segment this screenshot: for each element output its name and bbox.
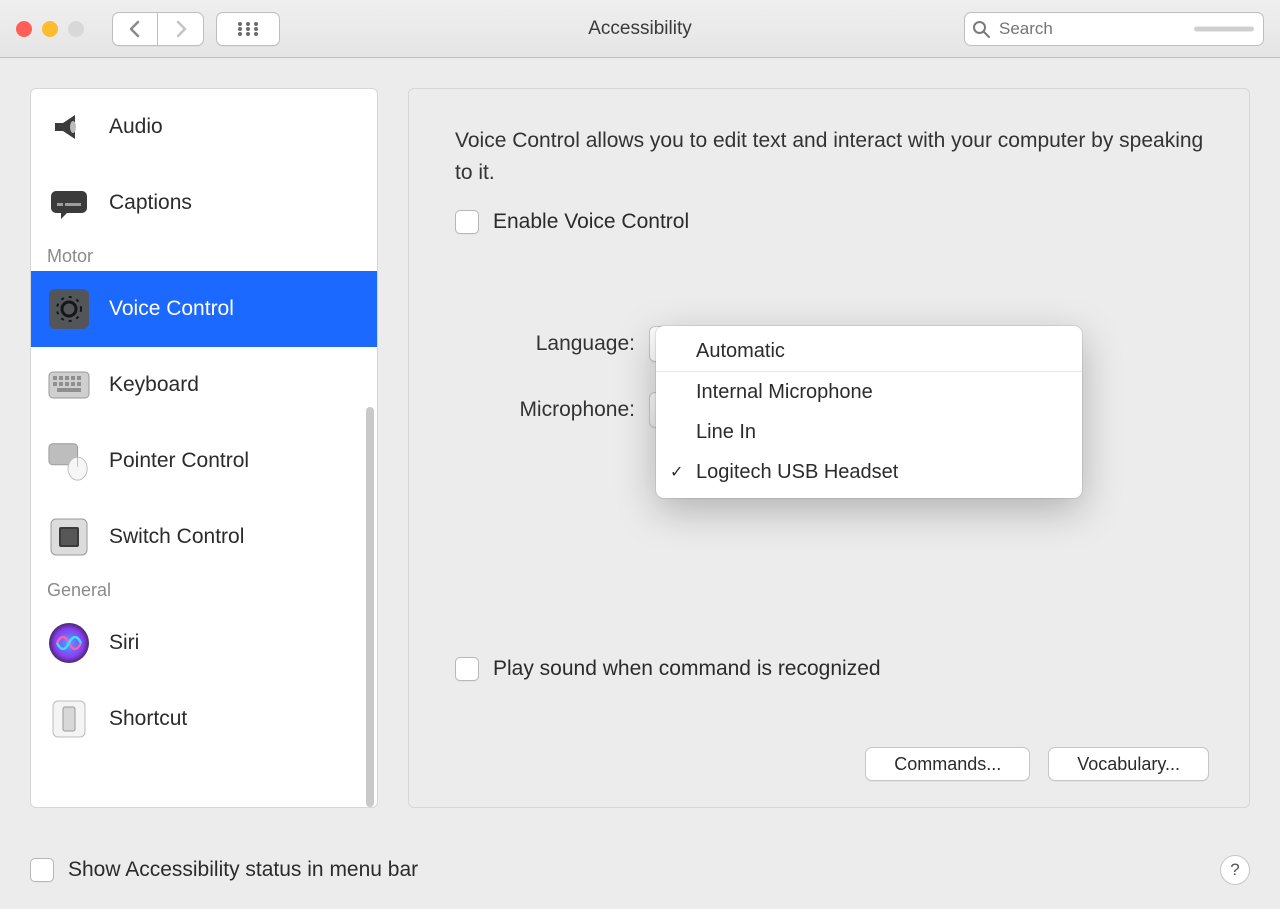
sidebar-item-label: Shortcut <box>109 707 187 731</box>
sidebar-item-label: Siri <box>109 631 139 655</box>
sidebar-item-shortcut[interactable]: Shortcut <box>31 681 377 757</box>
commands-button[interactable]: Commands... <box>865 747 1030 781</box>
window-toolbar: Accessibility <box>0 0 1280 58</box>
sidebar-item-keyboard[interactable]: Keyboard <box>31 347 377 423</box>
dropdown-item-automatic[interactable]: Automatic <box>656 332 1082 372</box>
sidebar-item-audio[interactable]: Audio <box>31 89 377 165</box>
grid-icon <box>237 21 259 37</box>
captions-icon <box>47 181 91 225</box>
play-sound-row: Play sound when command is recognized <box>455 657 881 681</box>
minimize-window-button[interactable] <box>42 21 58 37</box>
maximize-window-button[interactable] <box>68 21 84 37</box>
language-label: Language: <box>455 332 649 356</box>
sidebar-item-label: Switch Control <box>109 525 244 549</box>
dropdown-item-logitech[interactable]: ✓ Logitech USB Headset <box>656 452 1082 492</box>
sidebar-item-siri[interactable]: Siri <box>31 605 377 681</box>
sidebar-item-label: Captions <box>109 191 192 215</box>
sidebar-scrollbar[interactable] <box>366 407 374 807</box>
play-sound-checkbox[interactable] <box>455 657 479 681</box>
check-icon: ✓ <box>670 462 683 482</box>
sidebar-item-captions[interactable]: Captions <box>31 165 377 241</box>
siri-icon <box>47 621 91 665</box>
microphone-label: Microphone: <box>455 398 649 422</box>
sidebar-item-label: Audio <box>109 115 163 139</box>
show-status-label: Show Accessibility status in menu bar <box>68 858 418 882</box>
sidebar-item-label: Pointer Control <box>109 449 249 473</box>
switch-icon <box>47 515 91 559</box>
play-sound-label: Play sound when command is recognized <box>493 657 881 681</box>
enable-voice-control-label: Enable Voice Control <box>493 210 689 234</box>
speaker-icon <box>47 105 91 149</box>
help-button[interactable]: ? <box>1220 855 1250 885</box>
keyboard-icon <box>47 363 91 407</box>
traffic-lights <box>16 21 84 37</box>
enable-voice-control-row: Enable Voice Control <box>455 210 1209 234</box>
voice-control-description: Voice Control allows you to edit text an… <box>455 125 1209 188</box>
sidebar-item-switch-control[interactable]: Switch Control <box>31 499 377 575</box>
sidebar: Audio Captions Motor Voice Control Ke <box>30 88 378 808</box>
sidebar-section-motor: Motor <box>31 241 377 271</box>
pointer-icon <box>47 439 91 483</box>
show-all-button[interactable] <box>216 12 280 46</box>
sidebar-item-label: Keyboard <box>109 373 199 397</box>
enable-voice-control-checkbox[interactable] <box>455 210 479 234</box>
sidebar-item-label: Voice Control <box>109 297 234 321</box>
vocabulary-button[interactable]: Vocabulary... <box>1048 747 1209 781</box>
sidebar-item-pointer-control[interactable]: Pointer Control <box>31 423 377 499</box>
forward-button[interactable] <box>158 12 204 46</box>
back-button[interactable] <box>112 12 158 46</box>
search-field-wrap <box>964 12 1264 46</box>
sidebar-item-voice-control[interactable]: Voice Control <box>31 271 377 347</box>
show-status-checkbox[interactable] <box>30 858 54 882</box>
close-window-button[interactable] <box>16 21 32 37</box>
toolbar-nav-group <box>112 12 204 46</box>
dropdown-item-internal-mic[interactable]: Internal Microphone <box>656 372 1082 412</box>
microphone-dropdown: Automatic Internal Microphone Line In ✓ … <box>656 326 1082 498</box>
shortcut-icon <box>47 697 91 741</box>
help-icon: ? <box>1230 860 1239 880</box>
sidebar-section-general: General <box>31 575 377 605</box>
dropdown-item-line-in[interactable]: Line In <box>656 412 1082 452</box>
search-scrub-handle <box>1194 26 1254 31</box>
voice-control-icon <box>47 287 91 331</box>
show-status-row: Show Accessibility status in menu bar <box>30 858 418 882</box>
search-icon <box>972 20 990 44</box>
